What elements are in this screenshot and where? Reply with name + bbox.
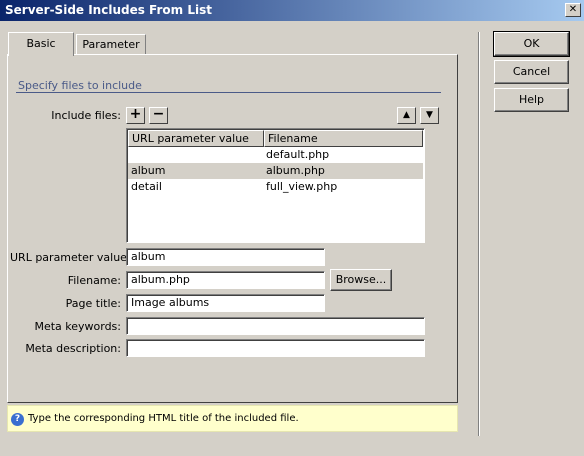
add-file-button[interactable]: + — [126, 107, 145, 124]
meta-keywords-input[interactable] — [126, 317, 425, 335]
include-files-label: Include files: — [51, 109, 121, 122]
list-row[interactable]: detail full_view.php — [128, 179, 423, 195]
close-button[interactable]: ✕ — [565, 3, 581, 17]
row-filename: album.php — [266, 164, 325, 177]
column-header-filename[interactable]: Filename — [264, 130, 423, 147]
meta-description-input[interactable] — [126, 339, 425, 357]
tab-parameter[interactable]: Parameter — [76, 34, 146, 54]
help-icon: ? — [11, 413, 24, 426]
row-param: album — [131, 164, 166, 177]
title-bar: Server-Side Includes From List — [0, 0, 584, 21]
list-row-selected[interactable]: album album.php — [128, 163, 423, 179]
minus-icon: − — [152, 106, 165, 122]
page-title-input[interactable]: Image albums — [126, 294, 325, 312]
arrow-up-icon: ▲ — [403, 110, 410, 120]
meta-keywords-label: Meta keywords: — [34, 320, 121, 333]
remove-file-button[interactable]: − — [149, 107, 168, 124]
ok-button[interactable]: OK — [493, 31, 570, 57]
page-title-label: Page title: — [65, 297, 121, 310]
row-filename: default.php — [266, 148, 330, 161]
url-param-label: URL parameter value: — [10, 251, 131, 264]
section-title: Specify files to include — [18, 79, 142, 92]
close-icon: ✕ — [568, 4, 578, 15]
meta-description-label: Meta description: — [25, 342, 121, 355]
help-button[interactable]: Help — [494, 88, 569, 112]
filename-label: Filename: — [67, 274, 121, 287]
plus-icon: + — [129, 106, 142, 122]
hint-text: Type the corresponding HTML title of the… — [28, 413, 299, 424]
arrow-down-icon: ▼ — [426, 110, 433, 120]
window-title: Server-Side Includes From List — [5, 3, 212, 17]
list-row[interactable]: default.php — [128, 147, 423, 163]
row-filename: full_view.php — [266, 180, 338, 193]
move-down-button[interactable]: ▼ — [420, 107, 439, 124]
move-up-button[interactable]: ▲ — [397, 107, 416, 124]
row-param: detail — [131, 180, 162, 193]
url-param-input[interactable]: album — [126, 248, 325, 266]
cancel-button[interactable]: Cancel — [494, 60, 569, 84]
browse-button[interactable]: Browse... — [330, 269, 392, 291]
column-header-url-param[interactable]: URL parameter value — [128, 130, 264, 147]
include-files-list[interactable]: URL parameter value Filename default.php… — [126, 128, 425, 243]
tab-basic[interactable]: Basic — [8, 32, 74, 56]
filename-input[interactable]: album.php — [126, 271, 325, 289]
vertical-divider — [478, 32, 480, 436]
section-divider — [16, 92, 441, 93]
